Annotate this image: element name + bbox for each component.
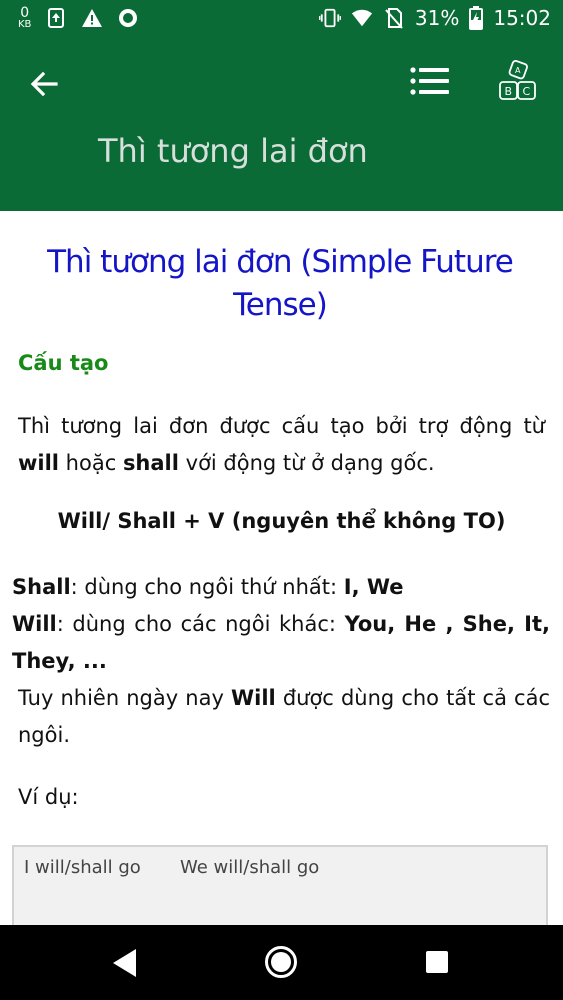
example-cell: We will/shall go (180, 857, 320, 878)
text-segment: Thì tương lai đơn được cấu tạo bởi trợ đ… (18, 414, 545, 438)
clock: 15:02 (493, 6, 551, 30)
list-icon[interactable] (408, 64, 454, 100)
text-segment: Tuy nhiên ngày nay (18, 686, 231, 710)
circle-notification-icon (119, 9, 138, 27)
data-speed-unit: KB (18, 19, 32, 30)
abc-blocks-icon[interactable]: A B C (496, 58, 542, 104)
will-rule: Will: dùng cho các ngôi khác: You, He , … (12, 606, 550, 680)
formula: Will/ Shall + V (nguyên thể không TO) (57, 509, 506, 533)
data-speed-indicator: 0 KB (18, 6, 31, 30)
rule-text: : dùng cho các ngôi khác: (56, 612, 345, 636)
text-segment: hoặc (59, 451, 123, 475)
nav-recents-icon[interactable] (426, 951, 448, 973)
pronouns: I, We (343, 575, 404, 599)
structure-paragraph: Thì tương lai đơn được cấu tạo bởi trợ đ… (18, 408, 545, 482)
battery-charging-icon (469, 6, 484, 30)
article-content: Thì tương lai đơn (Simple Future Tense) … (0, 211, 563, 925)
no-sim-icon (385, 8, 403, 29)
nav-back-icon[interactable] (110, 947, 140, 979)
wifi-icon (351, 9, 372, 27)
keyword-will: will (18, 451, 59, 475)
note-text: Tuy nhiên ngày nay Will được dùng cho tấ… (12, 680, 550, 754)
system-nav-bar (0, 925, 563, 1000)
text-segment: với động từ ở dạng gốc. (178, 451, 435, 475)
upload-icon (48, 8, 65, 28)
battery-percent: 31% (414, 6, 460, 30)
page-title: Thì tương lai đơn (98, 132, 368, 170)
status-bar: 0 KB 31% 15:02 (0, 0, 563, 38)
usage-rules: Shall: dùng cho ngôi thứ nhất: I, We Wil… (12, 569, 550, 754)
shall-rule: Shall: dùng cho ngôi thứ nhất: I, We (12, 569, 550, 606)
section-heading: Cấu tạo (18, 351, 109, 375)
keyword-will: Will (230, 686, 276, 710)
example-cell: I will/shall go (24, 857, 141, 878)
data-speed-value: 0 (20, 5, 30, 21)
keyword-shall: shall (122, 451, 179, 475)
keyword-shall: Shall (12, 575, 71, 599)
back-arrow-icon[interactable] (24, 64, 64, 104)
nav-home-icon[interactable] (264, 945, 298, 979)
warning-icon (82, 9, 103, 27)
keyword-will: Will (12, 612, 57, 636)
article-title: Thì tương lai đơn (Simple Future Tense) (47, 244, 514, 323)
example-label: Ví dụ: (18, 785, 79, 809)
rule-text: : dùng cho ngôi thứ nhất: (70, 575, 344, 599)
app-bar: A B C Thì tương lai đơn (0, 38, 563, 211)
svg-text:C: C (523, 85, 531, 98)
vibrate-icon (318, 8, 341, 28)
svg-text:A: A (515, 66, 521, 75)
svg-text:B: B (505, 85, 513, 98)
example-table: I will/shall go We will/shall go (12, 845, 548, 925)
